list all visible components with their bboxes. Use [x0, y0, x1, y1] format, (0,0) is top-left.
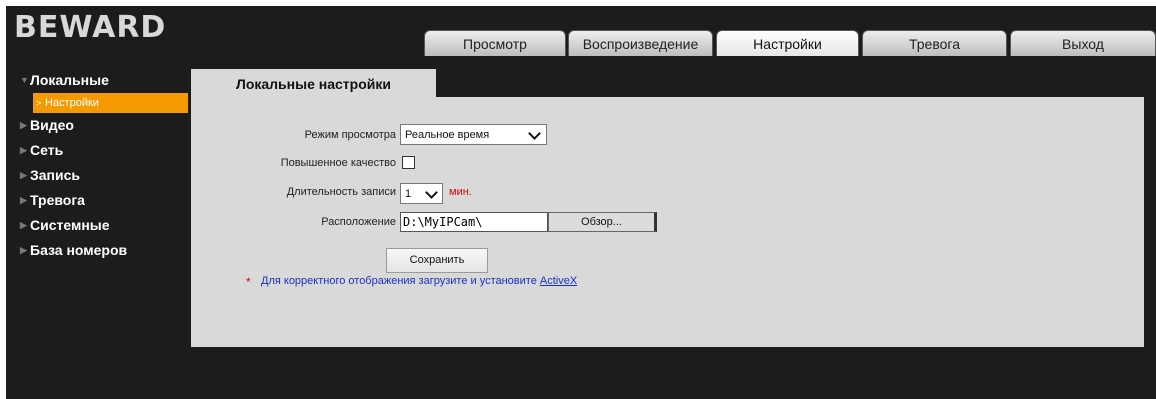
sidebar-subitem-label: Настройки — [45, 97, 99, 109]
chevron-right-icon: > — [36, 98, 42, 108]
sidebar-item-label: База номеров — [30, 242, 128, 258]
sidebar-item-network[interactable]: ▶ Сеть — [6, 138, 191, 163]
beward-logo: BEWARD — [14, 10, 167, 45]
sidebar-item-label: Локальные — [30, 72, 109, 88]
activex-note: Для корректного отображения загрузите и … — [261, 275, 577, 287]
duration-unit: мин. — [449, 186, 472, 198]
quality-checkbox[interactable] — [402, 156, 415, 169]
content-tab-local-settings: Локальные настройки — [191, 69, 436, 97]
view-mode-label: Режим просмотра — [304, 129, 396, 141]
location-input[interactable]: D:\MyIPCam\ — [400, 212, 548, 232]
tab-view[interactable]: Просмотр — [424, 30, 566, 56]
app-frame: BEWARD Просмотр Воспроизведение Настройк… — [6, 6, 1156, 399]
sidebar-item-system[interactable]: ▶ Системные — [6, 213, 191, 238]
duration-select[interactable]: 1 — [400, 183, 443, 204]
view-mode-select[interactable]: Реальное время — [400, 124, 547, 145]
duration-label: Длительность записи — [286, 186, 396, 198]
chevron-down-icon — [425, 186, 438, 199]
quality-label: Повышенное качество — [280, 157, 396, 169]
sidebar-item-label: Запись — [30, 167, 81, 183]
tab-settings[interactable]: Настройки — [716, 30, 859, 56]
triangle-right-icon: ▶ — [20, 145, 27, 155]
sidebar-item-video[interactable]: ▶ Видео — [6, 113, 191, 138]
sidebar-subitem-settings[interactable]: > Настройки — [33, 93, 188, 113]
settings-panel: Режим просмотра Реальное время Повышенно… — [191, 97, 1144, 347]
activex-note-text: Для корректного отображения загрузите и … — [261, 275, 540, 287]
top-bar: BEWARD Просмотр Воспроизведение Настройк… — [6, 6, 1156, 58]
tab-exit[interactable]: Выход — [1010, 30, 1156, 56]
triangle-right-icon: ▶ — [20, 220, 27, 230]
sidebar-item-label: Тревога — [30, 192, 85, 208]
activex-link[interactable]: ActiveX — [540, 275, 577, 287]
required-asterisk: * — [246, 275, 251, 289]
save-button[interactable]: Сохранить — [386, 248, 488, 273]
sidebar-item-record[interactable]: ▶ Запись — [6, 163, 191, 188]
sidebar: ▼ Локальные > Настройки ▶ Видео ▶ Сеть ▶… — [6, 68, 191, 263]
sidebar-item-label: Видео — [30, 117, 74, 133]
location-label: Расположение — [321, 216, 396, 228]
sidebar-item-plates[interactable]: ▶ База номеров — [6, 238, 191, 263]
triangle-down-icon: ▼ — [20, 75, 29, 85]
sidebar-item-local[interactable]: ▼ Локальные — [6, 68, 191, 93]
tab-alarm[interactable]: Тревога — [862, 30, 1007, 56]
sidebar-item-label: Системные — [30, 217, 110, 233]
duration-value: 1 — [405, 188, 412, 200]
sidebar-item-alarm[interactable]: ▶ Тревога — [6, 188, 191, 213]
view-mode-value: Реальное время — [405, 129, 490, 141]
triangle-right-icon: ▶ — [20, 170, 27, 180]
content-tab-title: Локальные настройки — [236, 76, 391, 92]
browse-button[interactable]: Обзор... — [548, 212, 657, 232]
triangle-right-icon: ▶ — [20, 245, 27, 255]
tab-playback[interactable]: Воспроизведение — [568, 30, 713, 56]
sidebar-item-label: Сеть — [30, 142, 64, 158]
triangle-right-icon: ▶ — [20, 120, 27, 130]
chevron-down-icon — [528, 127, 541, 140]
triangle-right-icon: ▶ — [20, 195, 27, 205]
